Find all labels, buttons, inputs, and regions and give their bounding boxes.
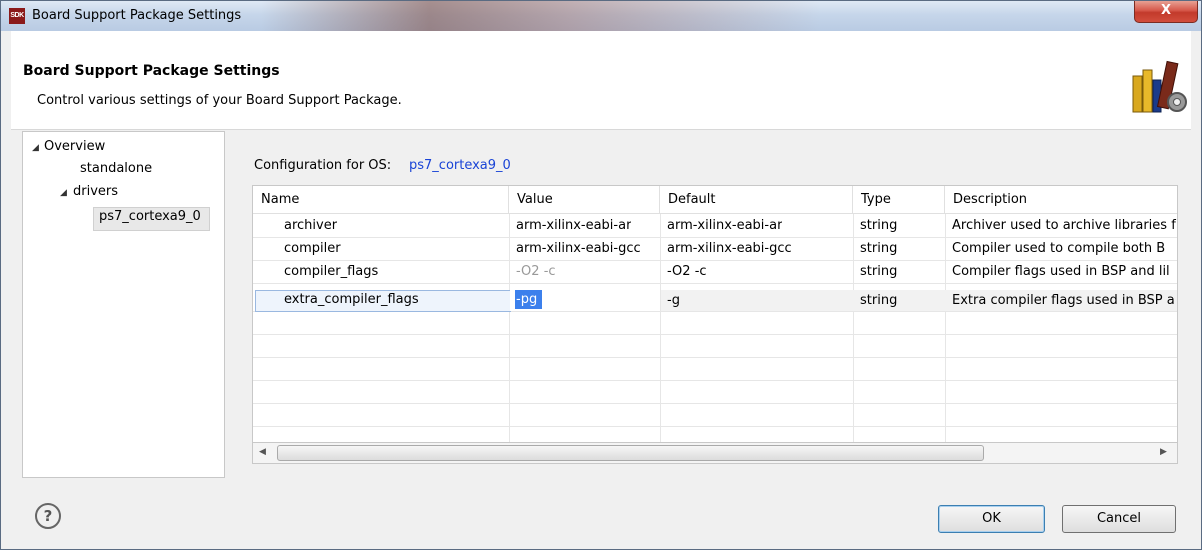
cell-name[interactable]: compiler [284,238,341,260]
cell-name[interactable]: compiler_flags [284,261,378,283]
settings-table: Name Value Default Type Description arch… [252,185,1178,448]
close-button[interactable]: X [1134,1,1198,23]
row-divider [253,283,1177,284]
expand-icon[interactable]: ◢ [60,188,67,198]
header-separator [11,129,1191,130]
cell-description: Compiler used to compile both B [952,241,1166,256]
cell-value[interactable]: -O2 -c [516,261,556,283]
cell-type: string [860,218,898,233]
expand-icon[interactable]: ◢ [32,143,39,153]
cell-description: Compiler flags used in BSP and lil [952,264,1170,279]
bsp-settings-dialog: SDK Board Support Package Settings X Boa… [0,0,1202,550]
row-divider [253,357,1177,358]
column-divider [853,214,854,447]
tree-item-drivers[interactable]: drivers [73,184,118,199]
settings-tree: ◢ Overview standalone ◢ drivers ps7_cort… [22,131,225,478]
cell-default: -O2 -c [667,264,707,279]
title-bar-decoration [261,1,821,31]
column-divider [945,214,946,447]
cell-name[interactable]: extra_compiler_flags [284,289,419,311]
ok-button[interactable]: OK [938,505,1045,533]
title-bar: SDK Board Support Package Settings X [1,1,1201,31]
cell-default: -g [667,293,680,308]
help-icon[interactable]: ? [35,503,61,529]
scroll-right-icon[interactable]: ▶ [1160,447,1167,457]
row-divider [253,426,1177,427]
window-title: Board Support Package Settings [32,8,242,23]
scroll-left-icon[interactable]: ◀ [259,447,266,457]
cell-type: string [860,241,898,256]
header-title: Board Support Package Settings [23,63,280,79]
cell-type: string [860,264,898,279]
horizontal-scrollbar[interactable]: ◀ ▶ [252,442,1178,464]
scrollbar-thumb[interactable] [277,445,984,461]
row-divider [253,334,1177,335]
column-header-type[interactable]: Type [853,186,945,214]
sdk-app-icon: SDK [9,8,25,24]
column-header-value[interactable]: Value [509,186,660,214]
tree-item-standalone[interactable]: standalone [80,161,152,176]
value-edit-selection[interactable]: -pg [515,290,542,309]
cell-default: arm-xilinx-eabi-ar [667,218,783,233]
header-subtitle: Control various settings of your Board S… [37,93,402,108]
dialog-header: Board Support Package Settings Control v… [11,31,1191,129]
cell-value[interactable]: arm-xilinx-eabi-ar [516,215,631,237]
config-os-label: Configuration for OS: [254,158,392,173]
cancel-button[interactable]: Cancel [1062,505,1176,533]
column-header-default[interactable]: Default [660,186,853,214]
tree-item-ps7-cortexa9-0[interactable]: ps7_cortexa9_0 [99,209,201,224]
cell-description: Extra compiler flags used in BSP a [952,293,1175,308]
tree-item-overview[interactable]: Overview [44,139,105,154]
cell-value[interactable]: arm-xilinx-eabi-gcc [516,238,641,260]
column-header-name[interactable]: Name [253,186,509,214]
row-divider [253,403,1177,404]
column-divider [660,214,661,447]
column-divider [509,214,510,447]
column-header-description[interactable]: Description [945,186,1177,214]
cell-description: Archiver used to archive libraries f [952,218,1176,233]
config-os-link[interactable]: ps7_cortexa9_0 [409,158,511,173]
bsp-books-icon [1132,60,1187,113]
cell-default: arm-xilinx-eabi-gcc [667,241,792,256]
cell-type: string [860,293,898,308]
cell-name[interactable]: archiver [284,215,337,237]
row-divider [253,380,1177,381]
